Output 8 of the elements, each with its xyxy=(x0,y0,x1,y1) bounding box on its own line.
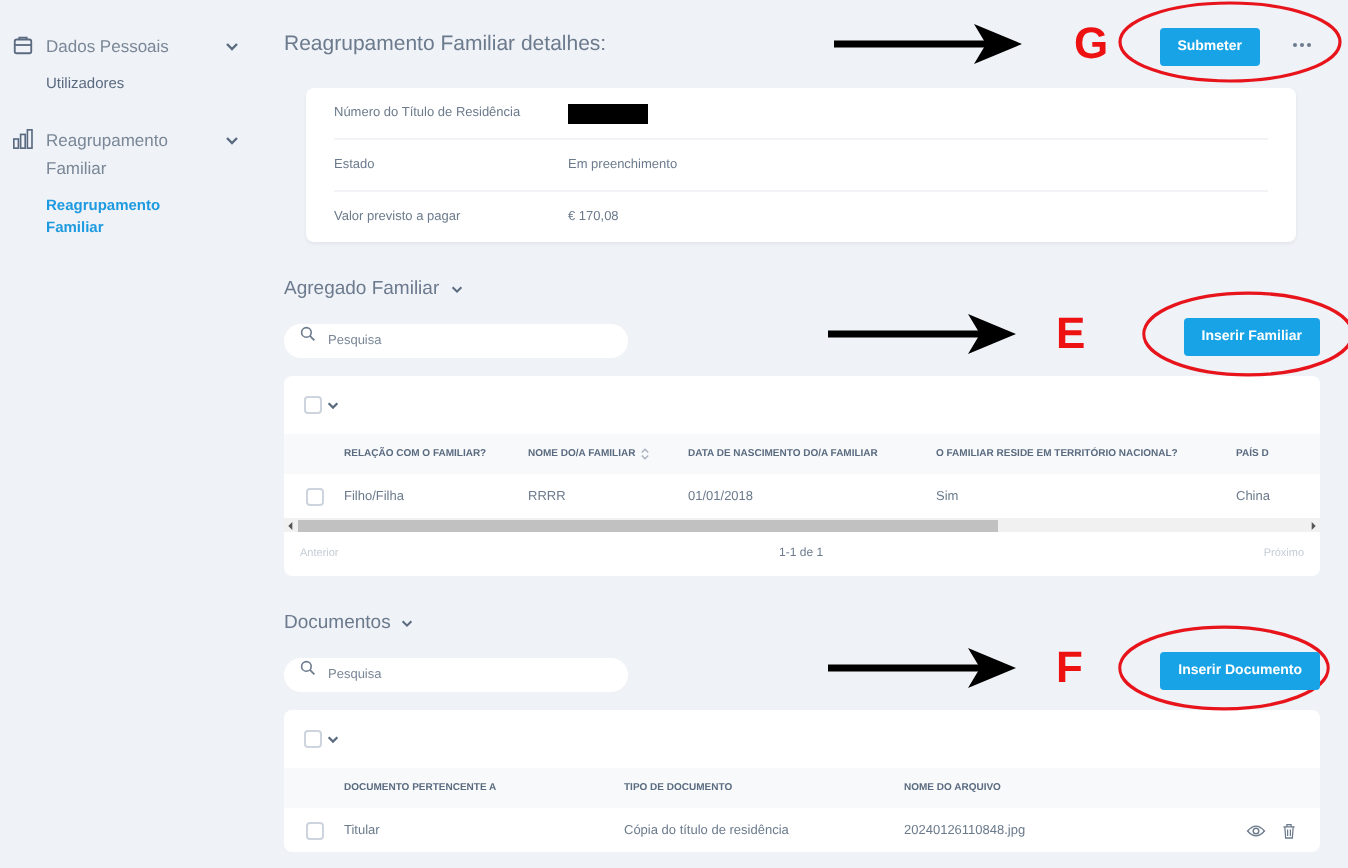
annotation-letter: F xyxy=(1056,642,1083,694)
annotation-letter: E xyxy=(1056,308,1086,360)
annotation-letter: G xyxy=(1074,18,1109,70)
section-title[interactable]: Agregado Familiar xyxy=(284,278,440,300)
section-title[interactable]: Documentos xyxy=(284,612,391,634)
sidebar-group-label[interactable]: Dados Pessoais xyxy=(46,32,182,60)
section-title: Reagrupamento Familiar detalhes: xyxy=(284,32,609,56)
sidebar-group-label[interactable]: Reagrupamento Familiar xyxy=(46,126,182,182)
